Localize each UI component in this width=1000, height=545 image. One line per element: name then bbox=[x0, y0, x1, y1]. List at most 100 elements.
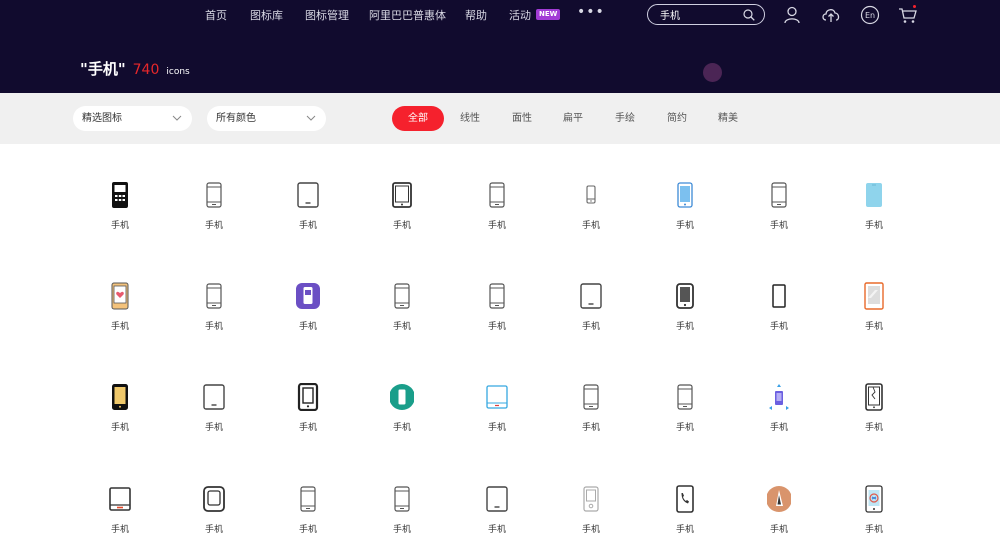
icon-label: 手机 bbox=[110, 221, 129, 231]
icon-card[interactable]: 手机 bbox=[90, 282, 150, 352]
icon-card[interactable]: 手机 bbox=[372, 383, 432, 453]
search-query: "手机" bbox=[80, 60, 126, 78]
icon-label: 手机 bbox=[487, 525, 506, 535]
icon-card[interactable]: 手机 bbox=[184, 181, 244, 251]
search-box bbox=[647, 4, 765, 25]
nav-alibaba-font[interactable]: 阿里巴巴普惠体 bbox=[369, 7, 446, 23]
featured-dropdown[interactable]: 精选图标 bbox=[73, 106, 192, 131]
icon-card[interactable]: 手机 bbox=[372, 181, 432, 251]
chevron-down-icon bbox=[306, 115, 316, 121]
icon-card[interactable]: 手机 bbox=[184, 383, 244, 453]
icon-card[interactable]: 手机 bbox=[90, 181, 150, 251]
upload-cloud-icon[interactable] bbox=[821, 5, 841, 25]
phone-slim-icon bbox=[772, 284, 786, 308]
tab-simple[interactable]: 简约 bbox=[667, 106, 687, 131]
icon-card[interactable]: 手机 bbox=[561, 181, 621, 251]
language-icon[interactable]: En bbox=[860, 5, 880, 25]
icon-card[interactable]: 手机 bbox=[561, 282, 621, 352]
icon-label: 手机 bbox=[204, 221, 223, 231]
phone-blue-icon bbox=[677, 182, 693, 208]
nav-icon-library[interactable]: 图标库 bbox=[250, 7, 283, 23]
phone-orange-icon bbox=[864, 282, 884, 310]
icon-card[interactable]: 手机 bbox=[278, 181, 338, 251]
icon-label: 手机 bbox=[487, 221, 506, 231]
icon-card[interactable]: 手机 bbox=[749, 181, 809, 251]
phone-outline-icon bbox=[677, 384, 693, 410]
icon-card[interactable]: 手机 bbox=[655, 181, 715, 251]
icon-card[interactable]: 手机 bbox=[844, 181, 904, 251]
icon-label: 手机 bbox=[110, 322, 129, 332]
icon-card[interactable]: 手机 bbox=[749, 383, 809, 453]
phone-outline-icon bbox=[489, 182, 505, 208]
phone-outline-icon bbox=[394, 283, 410, 309]
tab-all[interactable]: 全部 bbox=[392, 106, 444, 131]
phone-gold-icon bbox=[112, 384, 128, 410]
phone-broken-icon bbox=[865, 383, 883, 411]
icon-label: 手机 bbox=[487, 322, 506, 332]
tab-hand-drawn[interactable]: 手绘 bbox=[615, 106, 635, 131]
icon-label: 手机 bbox=[581, 525, 600, 535]
user-icon[interactable] bbox=[782, 5, 802, 25]
language-label: En bbox=[865, 11, 875, 20]
icon-card[interactable]: 手机 bbox=[467, 181, 527, 251]
icon-card[interactable]: 手机 bbox=[184, 485, 244, 545]
icon-card[interactable]: 手机 bbox=[844, 485, 904, 545]
phone-outline-icon bbox=[206, 283, 222, 309]
more-menu-icon[interactable]: ••• bbox=[577, 4, 605, 20]
phone-teal-circle-icon bbox=[390, 384, 414, 410]
phone-small-icon bbox=[586, 185, 596, 204]
tab-line[interactable]: 线性 bbox=[460, 106, 480, 131]
icon-card[interactable]: 手机 bbox=[467, 282, 527, 352]
icon-card[interactable]: 手机 bbox=[467, 383, 527, 453]
page-title: "手机" 740 icons bbox=[80, 58, 190, 79]
phone-keypad-icon bbox=[112, 182, 128, 208]
icon-card[interactable]: 手机 bbox=[184, 282, 244, 352]
search-input[interactable] bbox=[660, 9, 740, 20]
icon-card[interactable]: 手机 bbox=[467, 485, 527, 545]
icon-card[interactable]: 手机 bbox=[90, 383, 150, 453]
icon-card[interactable]: 手机 bbox=[278, 383, 338, 453]
icon-card[interactable]: 手机 bbox=[844, 383, 904, 453]
tablet-thick-icon bbox=[392, 182, 412, 208]
icon-card[interactable]: 手机 bbox=[372, 282, 432, 352]
result-count: 740 bbox=[132, 62, 160, 78]
search-icon[interactable] bbox=[743, 9, 755, 21]
nav-icon-management[interactable]: 图标管理 bbox=[305, 7, 349, 23]
icon-label: 手机 bbox=[675, 423, 694, 433]
icon-card[interactable]: 手机 bbox=[655, 282, 715, 352]
icon-card[interactable]: 手机 bbox=[372, 485, 432, 545]
icon-label: 手机 bbox=[392, 221, 411, 231]
icon-card[interactable]: 手机 bbox=[278, 485, 338, 545]
phone-purple-arrows-icon bbox=[769, 384, 789, 410]
nav-help[interactable]: 帮助 bbox=[465, 7, 487, 23]
icon-label: 手机 bbox=[675, 525, 694, 535]
icon-card[interactable]: 手机 bbox=[749, 282, 809, 352]
icon-card[interactable]: 手机 bbox=[655, 485, 715, 545]
cart-icon[interactable] bbox=[898, 5, 918, 25]
icon-card[interactable]: 手机 bbox=[655, 383, 715, 453]
icon-label: 手机 bbox=[864, 525, 883, 535]
top-header: 首页 图标库 图标管理 阿里巴巴普惠体 帮助 活动 NEW ••• En "手机… bbox=[0, 0, 1000, 93]
phone-colorful-icon bbox=[865, 485, 883, 513]
color-dropdown[interactable]: 所有颜色 bbox=[207, 106, 326, 131]
tab-fill[interactable]: 面性 bbox=[512, 106, 532, 131]
tablet-red-icon bbox=[109, 487, 131, 511]
nav-home[interactable]: 首页 bbox=[205, 7, 227, 23]
icon-card[interactable]: 手机 bbox=[90, 485, 150, 545]
featured-dropdown-label: 精选图标 bbox=[82, 113, 122, 124]
icon-card[interactable]: 手机 bbox=[844, 282, 904, 352]
icon-label: 手机 bbox=[769, 525, 788, 535]
new-badge: NEW bbox=[536, 9, 561, 20]
icon-card[interactable]: 手机 bbox=[278, 282, 338, 352]
icon-label: 手机 bbox=[581, 221, 600, 231]
nav-activity[interactable]: 活动 bbox=[509, 7, 531, 23]
icon-card[interactable]: 手机 bbox=[561, 485, 621, 545]
tab-flat[interactable]: 扁平 bbox=[563, 106, 583, 131]
icon-card[interactable]: 手机 bbox=[561, 383, 621, 453]
result-unit: icons bbox=[166, 67, 190, 77]
icon-label: 手机 bbox=[392, 525, 411, 535]
icon-label: 手机 bbox=[581, 423, 600, 433]
icon-card[interactable]: 手机 bbox=[749, 485, 809, 545]
tab-exquisite[interactable]: 精美 bbox=[718, 106, 738, 131]
icon-label: 手机 bbox=[298, 423, 317, 433]
